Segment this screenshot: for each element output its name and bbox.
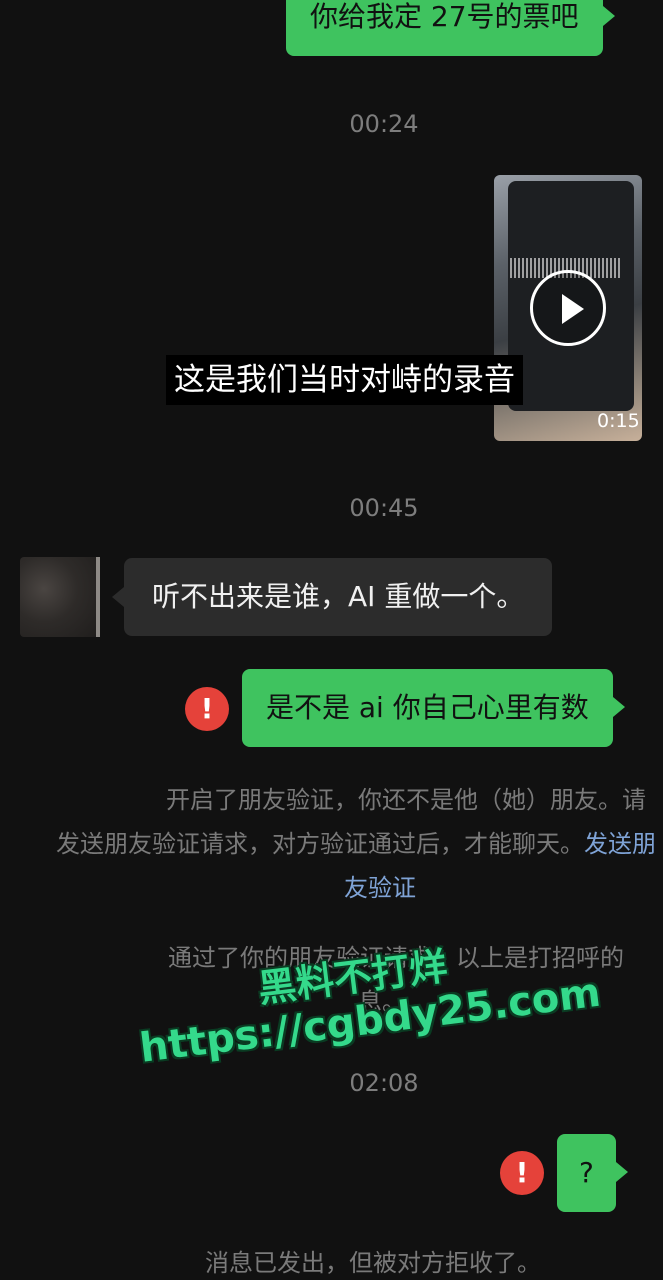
video-duration: 0:15	[597, 410, 640, 432]
system-notice-line: 发送朋友验证请求，对方验证通过后，才能聊天。发送朋	[56, 824, 656, 859]
send-friend-request-link[interactable]: 友验证	[344, 868, 416, 903]
incoming-message[interactable]: 听不出来是谁，AI 重做一个。	[111, 558, 553, 636]
outgoing-message[interactable]: 是不是 ai 你自己心里有数	[242, 669, 625, 747]
outgoing-message[interactable]: 你给我定 27号的票吧	[286, 0, 615, 56]
system-notice-text: 发送朋友验证请求，对方验证通过后，才能聊天。	[56, 830, 584, 858]
send-friend-request-link[interactable]: 发送朋	[584, 830, 656, 858]
timestamp: 00:24	[349, 110, 419, 138]
message-text: 听不出来是谁，AI 重做一个。	[152, 580, 525, 613]
video-caption: 这是我们当时对峙的录音	[166, 355, 523, 405]
message-text: 你给我定 27号的票吧	[310, 0, 579, 33]
avatar[interactable]	[20, 557, 100, 637]
play-icon[interactable]	[530, 270, 606, 346]
system-notice-line: 开启了朋友验证，你还不是他（她）朋友。请	[166, 786, 646, 814]
timestamp: 02:08	[349, 1069, 419, 1097]
message-text: 是不是 ai 你自己心里有数	[266, 691, 589, 724]
message-rejected-notice: 消息已发出，但被对方拒收了。	[205, 1249, 541, 1277]
message-text: ?	[579, 1156, 594, 1189]
send-failed-icon[interactable]: !	[500, 1151, 544, 1195]
timestamp: 00:45	[349, 494, 419, 522]
send-failed-icon[interactable]: !	[185, 687, 229, 731]
outgoing-message[interactable]: ?	[557, 1134, 628, 1212]
